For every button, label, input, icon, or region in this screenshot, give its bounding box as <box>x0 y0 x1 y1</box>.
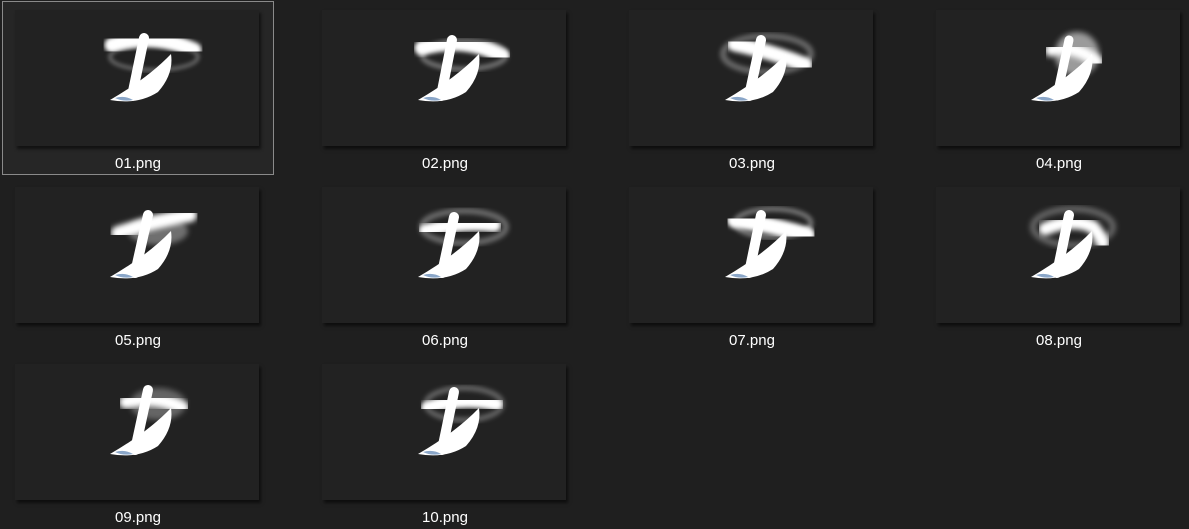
file-item-10[interactable]: 10.png <box>309 355 581 529</box>
image-thumbnail <box>629 10 873 146</box>
file-item-08[interactable]: 08.png <box>923 178 1189 352</box>
file-item-02[interactable]: 02.png <box>309 1 581 175</box>
file-name-label: 01.png <box>115 155 161 172</box>
file-item-04[interactable]: 04.png <box>923 1 1189 175</box>
file-item-09[interactable]: 09.png <box>2 355 274 529</box>
file-grid: 01.png 02.png 03.png 04.png 05.png 06.pn… <box>0 0 1189 526</box>
file-name-label: 04.png <box>1036 155 1082 172</box>
file-name-label: 10.png <box>422 509 468 526</box>
image-thumbnail <box>322 364 566 500</box>
file-item-07[interactable]: 07.png <box>616 178 888 352</box>
image-thumbnail <box>15 364 259 500</box>
file-name-label: 08.png <box>1036 332 1082 349</box>
file-name-label: 07.png <box>729 332 775 349</box>
image-thumbnail <box>936 10 1180 146</box>
file-name-label: 02.png <box>422 155 468 172</box>
file-name-label: 06.png <box>422 332 468 349</box>
file-name-label: 03.png <box>729 155 775 172</box>
image-thumbnail <box>15 187 259 323</box>
file-name-label: 05.png <box>115 332 161 349</box>
file-name-label: 09.png <box>115 509 161 526</box>
file-item-06[interactable]: 06.png <box>309 178 581 352</box>
image-thumbnail <box>629 187 873 323</box>
file-item-05[interactable]: 05.png <box>2 178 274 352</box>
image-thumbnail <box>322 187 566 323</box>
image-thumbnail <box>15 10 259 146</box>
file-item-01[interactable]: 01.png <box>2 1 274 175</box>
file-item-03[interactable]: 03.png <box>616 1 888 175</box>
image-thumbnail <box>322 10 566 146</box>
image-thumbnail <box>936 187 1180 323</box>
